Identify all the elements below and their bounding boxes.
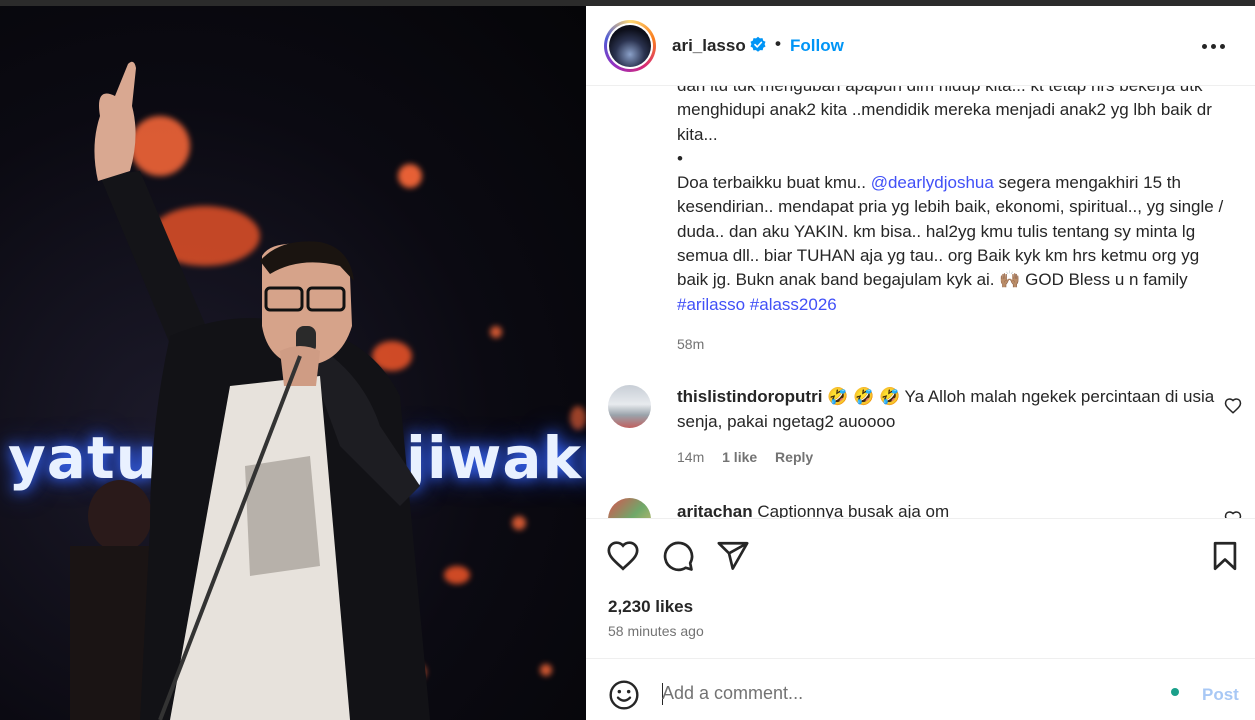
comments-scroll-area[interactable]: dan itu tdk mengubah apapun dlm hidup ki… <box>586 86 1255 518</box>
comment-like-heart-icon[interactable] <box>1224 397 1242 415</box>
comment-item: aritachan Captionnya busak aja om <box>677 500 1217 518</box>
hashtag-link[interactable]: #arilasso <box>677 295 745 314</box>
caption-paragraph-1: dan itu tdk mengubah apapun dlm hidup ki… <box>677 86 1212 144</box>
comment-avatar[interactable] <box>608 385 651 428</box>
caption-bullet: • <box>677 148 683 168</box>
comment-avatar[interactable] <box>608 498 651 518</box>
caption-timestamp: 58m <box>677 336 705 352</box>
grammar-indicator-dot <box>1171 688 1179 696</box>
more-options-icon[interactable] <box>1200 34 1228 58</box>
post-timestamp[interactable]: 58 minutes ago <box>608 623 704 639</box>
hashtag-link[interactable]: #alass2026 <box>750 295 837 314</box>
singer-figure <box>70 61 430 720</box>
comment-timestamp: 14m <box>677 449 705 465</box>
comment-username[interactable]: thislistindoroputri <box>677 387 822 406</box>
post-photo[interactable]: yatu d jiwaku <box>0 6 586 720</box>
share-icon[interactable] <box>716 539 750 573</box>
comment-meta: 14m 1 like Reply <box>677 449 827 465</box>
post-detail-panel: ari_lasso • Follow dan itu tdk mengubah … <box>586 6 1255 720</box>
follow-button[interactable]: Follow <box>790 36 844 56</box>
comment-icon[interactable] <box>661 539 695 573</box>
caption-mention-link[interactable]: @dearlydjoshua <box>871 173 994 192</box>
comment-username[interactable]: aritachan <box>677 502 753 518</box>
comment-like-heart-icon[interactable] <box>1224 510 1242 518</box>
author-avatar[interactable] <box>604 20 656 72</box>
post-header: ari_lasso • Follow <box>586 6 1255 86</box>
post-actions: 2,230 likes 58 minutes ago <box>586 518 1255 658</box>
caption-text-a: Doa terbaikku buat kmu.. <box>677 173 871 193</box>
post-caption: dan itu tdk mengubah apapun dlm hidup ki… <box>677 86 1225 317</box>
comment-composer: Post <box>586 658 1255 720</box>
emoji-icon[interactable] <box>608 679 640 711</box>
comment-input[interactable] <box>662 677 1162 709</box>
comment-body: Captionnya busak aja om <box>752 502 950 518</box>
post-comment-button[interactable]: Post <box>1202 685 1239 705</box>
comment-item: thislistindoroputri 🤣 🤣 🤣 Ya Alloh malah… <box>677 385 1217 434</box>
heart-icon[interactable] <box>606 539 640 573</box>
header-separator: • <box>775 34 781 53</box>
comment-like-count[interactable]: 1 like <box>722 449 757 465</box>
likes-count[interactable]: 2,230 likes <box>608 597 693 617</box>
bookmark-icon[interactable] <box>1208 539 1242 573</box>
verified-badge-icon <box>750 36 766 52</box>
caption-paragraph-2: Doa terbaikku buat kmu.. @dearlydjoshua … <box>677 171 1225 317</box>
author-username[interactable]: ari_lasso <box>672 36 746 56</box>
reply-button[interactable]: Reply <box>775 449 813 465</box>
